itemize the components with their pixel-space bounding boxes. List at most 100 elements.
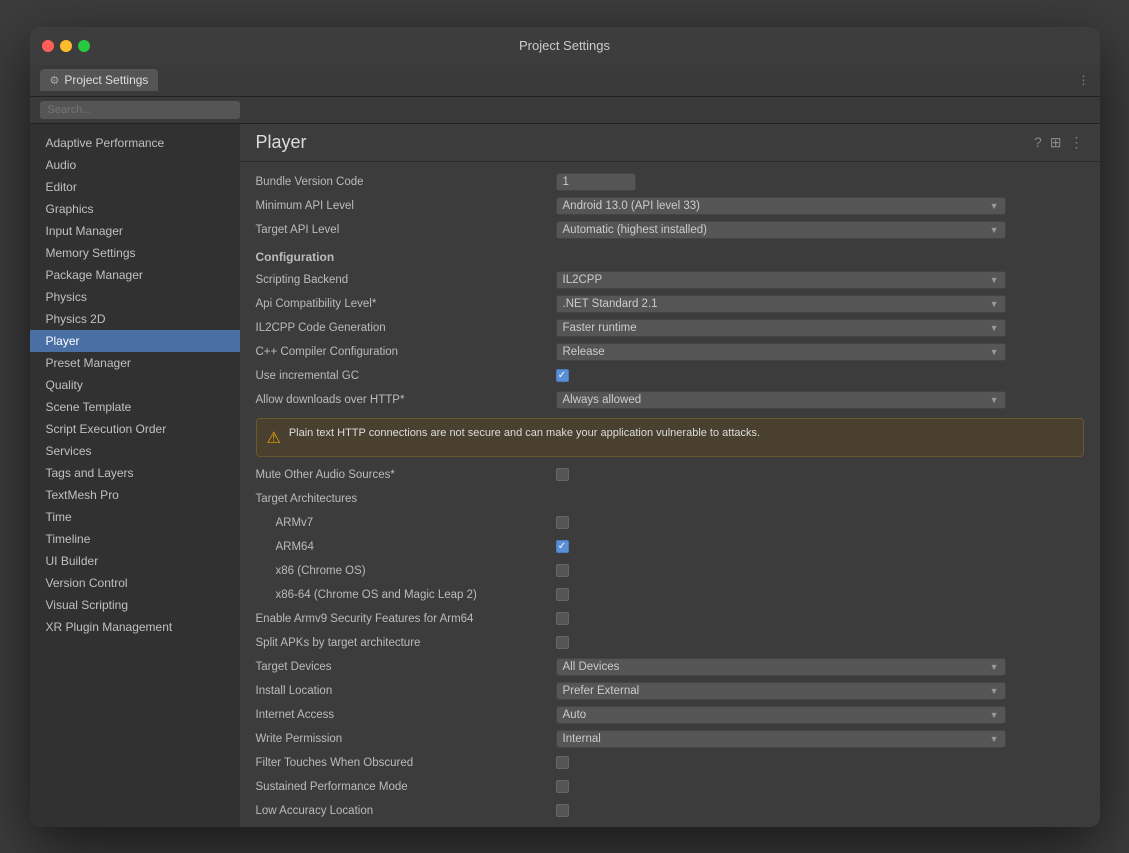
low-accuracy-row: Low Accuracy Location [256,799,1084,823]
tab-menu-icon[interactable]: ⋮ [1078,73,1090,87]
target-api-dropdown-value: Automatic (highest installed) [563,224,707,236]
armv7-label: ARMv7 [256,517,556,529]
install-location-row: Install Location Prefer External ▼ [256,679,1084,703]
armv9-checkbox[interactable] [556,612,569,625]
write-permission-dropdown[interactable]: Internal ▼ [556,730,1006,748]
internet-access-label: Internet Access [256,709,556,721]
layout-icon[interactable]: ⊞ [1050,134,1062,151]
cpp-compiler-dropdown[interactable]: Release ▼ [556,343,1006,361]
filter-touches-checkbox[interactable] [556,756,569,769]
configuration-section: Configuration [256,242,1084,268]
x86-64-checkbox[interactable] [556,588,569,601]
content-area: Adaptive Performance Audio Editor Graphi… [30,124,1100,827]
bundle-version-value[interactable]: 1 [556,173,636,191]
armv9-row: Enable Armv9 Security Features for Arm64 [256,607,1084,631]
sidebar-item-textmesh-pro[interactable]: TextMesh Pro [30,484,240,506]
bundle-version-label: Bundle Version Code [256,176,556,188]
x86-64-checkbox-container [556,588,569,601]
search-bar [30,97,1100,124]
arm64-row: ARM64 [256,535,1084,559]
target-api-dropdown[interactable]: Automatic (highest installed) ▼ [556,221,1006,239]
x86-label: x86 (Chrome OS) [256,565,556,577]
low-accuracy-checkbox[interactable] [556,804,569,817]
target-arch-label: Target Architectures [256,493,556,505]
sidebar-item-ui-builder[interactable]: UI Builder [30,550,240,572]
internet-access-arrow: ▼ [990,710,999,720]
split-apks-label: Split APKs by target architecture [256,637,556,649]
arm64-checkbox-container [556,540,569,553]
incremental-gc-checkbox[interactable] [556,369,569,382]
internet-access-dropdown[interactable]: Auto ▼ [556,706,1006,724]
sidebar-item-memory-settings[interactable]: Memory Settings [30,242,240,264]
help-icon[interactable]: ? [1034,134,1042,151]
sidebar-item-time[interactable]: Time [30,506,240,528]
maximize-button[interactable] [78,40,90,52]
write-permission-value: Internal [563,733,601,745]
minimize-button[interactable] [60,40,72,52]
incremental-gc-row: Use incremental GC [256,364,1084,388]
sidebar-item-physics[interactable]: Physics [30,286,240,308]
sidebar: Adaptive Performance Audio Editor Graphi… [30,124,240,827]
scripting-backend-row: Scripting Backend IL2CPP ▼ [256,268,1084,292]
il2cpp-codegen-dropdown[interactable]: Faster runtime ▼ [556,319,1006,337]
page-title: Player [256,132,307,153]
close-button[interactable] [42,40,54,52]
sidebar-item-package-manager[interactable]: Package Manager [30,264,240,286]
scripting-backend-value: IL2CPP [563,274,603,286]
allow-downloads-label: Allow downloads over HTTP* [256,394,556,406]
titlebar: Project Settings [30,27,1100,65]
low-accuracy-label: Low Accuracy Location [256,805,556,817]
allow-downloads-row: Allow downloads over HTTP* Always allowe… [256,388,1084,412]
sidebar-item-xr-plugin[interactable]: XR Plugin Management [30,616,240,638]
api-compat-dropdown[interactable]: .NET Standard 2.1 ▼ [556,295,1006,313]
sidebar-item-player[interactable]: Player [30,330,240,352]
warning-icon: ⚠ [267,428,281,448]
install-location-dropdown[interactable]: Prefer External ▼ [556,682,1006,700]
search-input[interactable] [40,101,240,119]
split-apks-row: Split APKs by target architecture [256,631,1084,655]
min-api-dropdown[interactable]: Android 13.0 (API level 33) ▼ [556,197,1006,215]
sidebar-item-quality[interactable]: Quality [30,374,240,396]
mute-audio-checkbox[interactable] [556,468,569,481]
menu-icon[interactable]: ⋮ [1070,134,1084,151]
sidebar-item-scene-template[interactable]: Scene Template [30,396,240,418]
x86-64-row: x86-64 (Chrome OS and Magic Leap 2) [256,583,1084,607]
install-location-arrow: ▼ [990,686,999,696]
write-permission-label: Write Permission [256,733,556,745]
sidebar-item-script-execution[interactable]: Script Execution Order [30,418,240,440]
scripting-backend-dropdown[interactable]: IL2CPP ▼ [556,271,1006,289]
armv7-checkbox[interactable] [556,516,569,529]
target-api-label: Target API Level [256,224,556,236]
sustained-perf-row: Sustained Performance Mode [256,775,1084,799]
target-devices-row: Target Devices All Devices ▼ [256,655,1084,679]
sidebar-item-version-control[interactable]: Version Control [30,572,240,594]
sidebar-item-services[interactable]: Services [30,440,240,462]
min-api-dropdown-arrow: ▼ [990,201,999,211]
sidebar-item-preset-manager[interactable]: Preset Manager [30,352,240,374]
target-devices-dropdown[interactable]: All Devices ▼ [556,658,1006,676]
sidebar-item-editor[interactable]: Editor [30,176,240,198]
arm64-checkbox[interactable] [556,540,569,553]
traffic-lights [42,40,90,52]
tab-label: Project Settings [64,73,148,87]
arm64-label: ARM64 [256,541,556,553]
sidebar-item-physics-2d[interactable]: Physics 2D [30,308,240,330]
sidebar-item-timeline[interactable]: Timeline [30,528,240,550]
sidebar-item-visual-scripting[interactable]: Visual Scripting [30,594,240,616]
sidebar-item-tags-layers[interactable]: Tags and Layers [30,462,240,484]
project-settings-tab[interactable]: ⚙ Project Settings [40,69,159,91]
sustained-perf-checkbox[interactable] [556,780,569,793]
split-apks-checkbox[interactable] [556,636,569,649]
x86-64-label: x86-64 (Chrome OS and Magic Leap 2) [256,589,556,601]
x86-checkbox[interactable] [556,564,569,577]
low-accuracy-checkbox-container [556,804,569,817]
sidebar-item-audio[interactable]: Audio [30,154,240,176]
allow-downloads-dropdown[interactable]: Always allowed ▼ [556,391,1006,409]
cpp-compiler-label: C++ Compiler Configuration [256,346,556,358]
sidebar-item-input-manager[interactable]: Input Manager [30,220,240,242]
sustained-perf-label: Sustained Performance Mode [256,781,556,793]
sidebar-item-graphics[interactable]: Graphics [30,198,240,220]
sidebar-item-adaptive-performance[interactable]: Adaptive Performance [30,132,240,154]
target-devices-label: Target Devices [256,661,556,673]
filter-touches-row: Filter Touches When Obscured [256,751,1084,775]
